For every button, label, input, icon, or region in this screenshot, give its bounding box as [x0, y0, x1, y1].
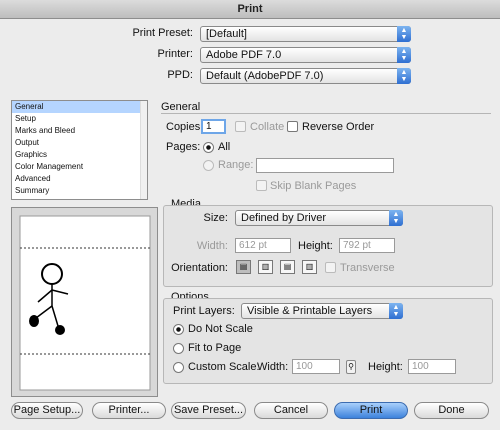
print-layers-value: Visible & Printable Layers	[247, 305, 373, 317]
copies-label: Copies:	[166, 121, 204, 133]
list-scrollbar[interactable]	[140, 101, 147, 199]
pages-all-label: All	[218, 141, 231, 153]
sidebar-item-graphics[interactable]: Graphics	[12, 149, 147, 161]
ppd-label: PPD:	[167, 69, 193, 81]
pages-range-radio[interactable]	[203, 160, 214, 171]
size-popup[interactable]: Defined by Driver ▲ ▼	[235, 210, 403, 226]
custom-height-label: Height:	[368, 361, 403, 373]
print-layers-label: Print Layers:	[173, 305, 235, 317]
sidebar-item-setup[interactable]: Setup	[12, 113, 147, 125]
popup-arrows-icon: ▲ ▼	[397, 26, 411, 42]
page-preview	[11, 207, 158, 397]
popup-arrows-icon: ▲ ▼	[389, 303, 403, 319]
printer-value: Adobe PDF 7.0	[206, 49, 282, 61]
collate-label: Collate	[250, 121, 285, 133]
transverse-label: Transverse	[340, 262, 395, 274]
fit-to-page-label: Fit to Page	[188, 342, 242, 354]
landscape-orientation-icon[interactable]: ▥	[258, 260, 273, 274]
size-label: Size:	[203, 212, 228, 224]
ppd-value: Default (AdobePDF 7.0)	[206, 70, 324, 82]
fit-to-page-radio[interactable]	[173, 343, 184, 354]
print-button[interactable]: Print	[334, 402, 408, 419]
page-setup-button[interactable]: Page Setup...	[11, 402, 83, 419]
pages-all-radio[interactable]	[203, 142, 214, 153]
reverse-landscape-orientation-icon[interactable]: ▥	[302, 260, 317, 274]
reverse-order-label: Reverse Order	[302, 121, 375, 133]
width-input[interactable]: 612 pt	[235, 238, 291, 253]
do-not-scale-radio[interactable]	[173, 324, 184, 335]
window-title: Print	[0, 0, 500, 19]
width-label: Width:	[196, 240, 228, 252]
custom-width-label: Width:	[257, 361, 289, 373]
printer-popup[interactable]: Adobe PDF 7.0 ▲ ▼	[200, 47, 411, 63]
pages-range-label: Range:	[218, 159, 254, 171]
custom-scale-radio[interactable]	[173, 362, 184, 373]
sidebar-item-color-management[interactable]: Color Management	[12, 161, 147, 173]
copies-input[interactable]: 1	[201, 119, 226, 134]
popup-arrows-icon: ▲ ▼	[397, 47, 411, 63]
height-label: Height:	[298, 240, 333, 252]
orientation-label: Orientation:	[171, 262, 228, 274]
print-preset-label: Print Preset:	[132, 27, 193, 39]
print-preset-value: [Default]	[206, 28, 247, 40]
popup-arrows-icon: ▲ ▼	[397, 68, 411, 84]
printer-label: Printer:	[157, 48, 193, 60]
category-list[interactable]: General Setup Marks and Bleed Output Gra…	[11, 100, 148, 200]
constrain-proportions-icon[interactable]: ⚲	[346, 360, 356, 374]
sidebar-item-advanced[interactable]: Advanced	[12, 173, 147, 185]
collate-checkbox[interactable]	[235, 121, 246, 132]
skip-blank-pages-label: Skip Blank Pages	[270, 180, 357, 192]
reverse-order-checkbox[interactable]	[287, 121, 298, 132]
save-preset-button[interactable]: Save Preset...	[171, 402, 246, 419]
height-input[interactable]: 792 pt	[339, 238, 395, 253]
pages-label: Pages:	[166, 141, 201, 153]
cancel-button[interactable]: Cancel	[254, 402, 328, 419]
size-value: Defined by Driver	[241, 212, 326, 224]
do-not-scale-label: Do Not Scale	[188, 323, 253, 335]
general-section-title: General	[161, 101, 201, 113]
reverse-portrait-orientation-icon[interactable]: ▤	[280, 260, 295, 274]
custom-width-input[interactable]: 100	[292, 359, 340, 374]
portrait-orientation-icon[interactable]: ▤	[236, 260, 251, 274]
custom-scale-label: Custom Scale:	[188, 361, 260, 373]
skip-blank-pages-checkbox[interactable]	[256, 180, 267, 191]
printer-button[interactable]: Printer...	[92, 402, 166, 419]
print-preset-popup[interactable]: [Default] ▲ ▼	[200, 26, 411, 42]
sidebar-item-marks-and-bleed[interactable]: Marks and Bleed	[12, 125, 147, 137]
transverse-checkbox[interactable]	[325, 262, 336, 273]
ppd-popup[interactable]: Default (AdobePDF 7.0) ▲ ▼	[200, 68, 411, 84]
popup-arrows-icon: ▲ ▼	[389, 210, 403, 226]
preview-page-image	[19, 215, 151, 391]
sidebar-item-output[interactable]: Output	[12, 137, 147, 149]
done-button[interactable]: Done	[414, 402, 489, 419]
sidebar-item-summary[interactable]: Summary	[12, 185, 147, 197]
sidebar-item-general[interactable]: General	[12, 101, 147, 113]
pages-range-input[interactable]	[256, 158, 394, 173]
print-layers-popup[interactable]: Visible & Printable Layers ▲ ▼	[241, 303, 403, 319]
custom-height-input[interactable]: 100	[408, 359, 456, 374]
general-divider	[161, 113, 491, 114]
